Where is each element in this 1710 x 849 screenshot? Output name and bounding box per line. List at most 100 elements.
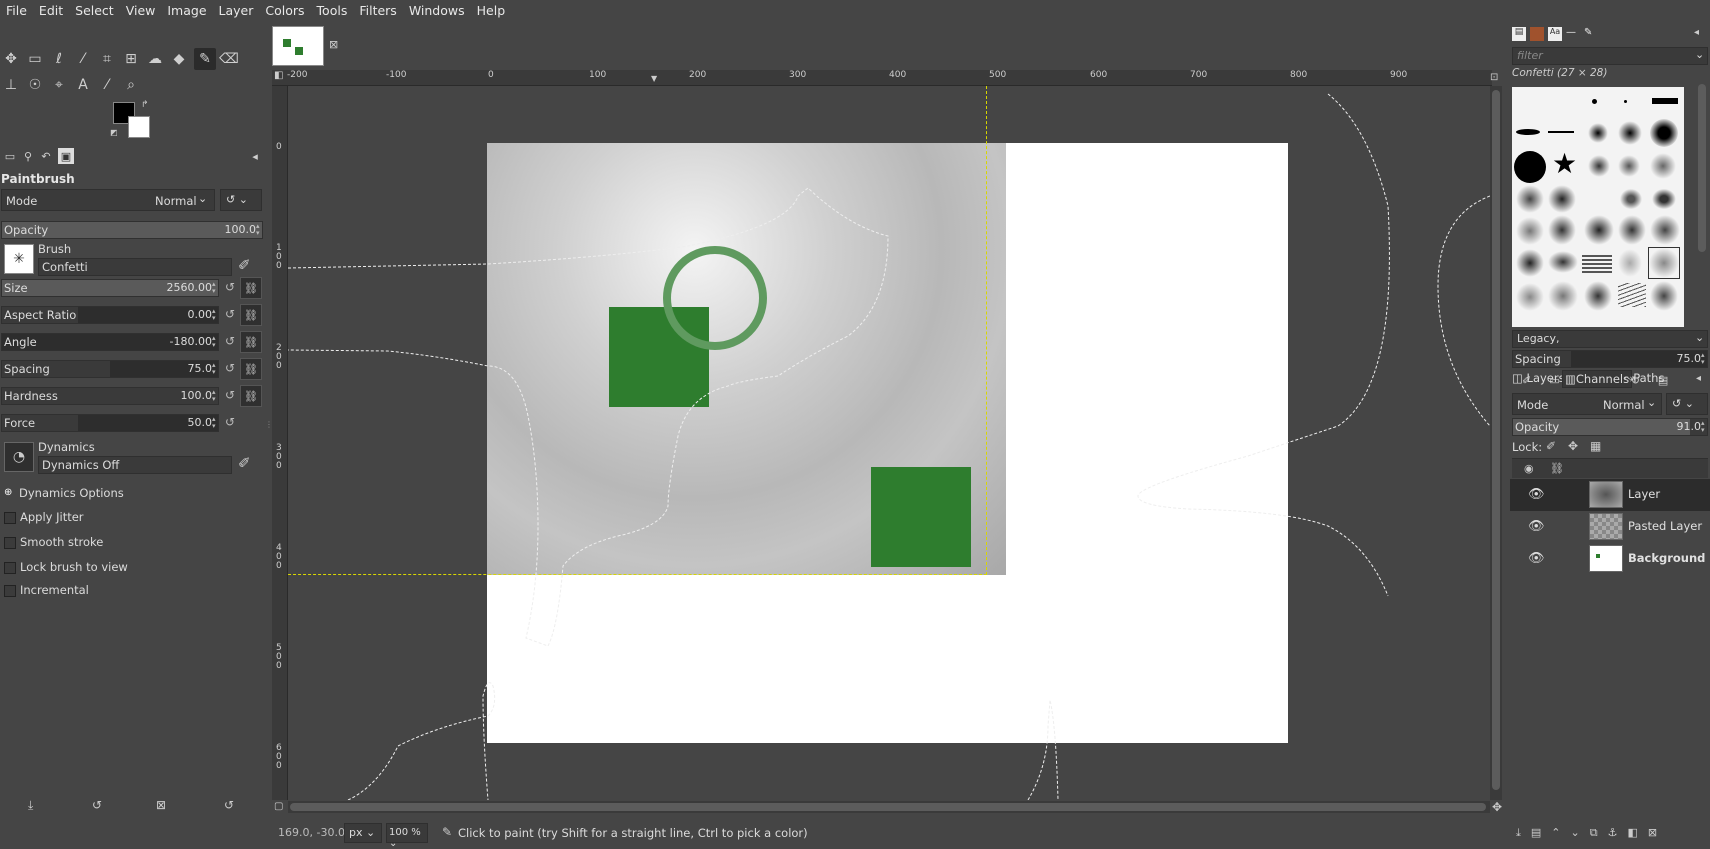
configure-tab-icon[interactable]: ◂ [1696, 373, 1701, 384]
gradients-tab-icon[interactable]: — [1566, 27, 1576, 38]
reset-aspect-icon[interactable]: ↺ [222, 307, 238, 323]
background-color-swatch[interactable] [128, 116, 150, 138]
aspect-ratio-slider[interactable]: Aspect Ratio 0.00 ▴ ▾ [1, 306, 219, 324]
brush-thumb[interactable] [1516, 249, 1544, 277]
menu-help[interactable]: Help [471, 0, 512, 22]
lock-brush-checkbox[interactable] [4, 562, 16, 574]
brush-thumb[interactable] [1548, 215, 1576, 245]
horizontal-scrollbar-thumb[interactable] [290, 803, 1486, 811]
brush-thumb[interactable] [1592, 99, 1597, 104]
reset-force-icon[interactable]: ↺ [222, 415, 238, 431]
force-slider[interactable]: Force 50.0 ▴ ▾ [1, 414, 219, 432]
menu-edit[interactable]: Edit [33, 0, 69, 22]
link-hardness-icon[interactable]: ⛓ [240, 385, 262, 407]
brush-thumb[interactable] [1650, 119, 1678, 147]
layer-name[interactable]: Background [1628, 551, 1705, 565]
mode-reset-button[interactable]: ↺ ⌄ [220, 189, 262, 211]
reset-spacing-icon[interactable]: ↺ [222, 361, 238, 377]
eye-icon[interactable]: 👁 [1528, 487, 1546, 502]
brush-thumb[interactable] [1650, 215, 1680, 245]
link-aspect-icon[interactable]: ⛓ [240, 304, 262, 326]
brush-thumb[interactable] [1650, 187, 1678, 211]
brush-spacing-slider[interactable]: Spacing 75.0 ▴ ▾ [1512, 350, 1708, 368]
brush-thumb[interactable] [1652, 98, 1678, 104]
ruler-top[interactable]: -200 -100 0 100 200 300 400 500 600 700 … [272, 70, 1492, 86]
bucket-fill-tool-icon[interactable]: ◆ [168, 48, 190, 70]
menu-windows[interactable]: Windows [403, 0, 471, 22]
reset-options-icon[interactable]: ↺ [224, 798, 234, 812]
clone-tool-icon[interactable]: ⊥ [0, 74, 22, 96]
brush-thumb[interactable] [1548, 281, 1578, 311]
delete-layer-icon[interactable]: ⊠ [1648, 826, 1667, 839]
angle-slider[interactable]: Angle -180.00 ▴ ▾ [1, 333, 219, 351]
tab-channels[interactable]: ▥Channels [1562, 370, 1633, 388]
brush-thumb[interactable] [1516, 217, 1544, 245]
layer-name[interactable]: Layer [1628, 487, 1660, 501]
brush-thumb[interactable] [1582, 253, 1612, 273]
layer-row[interactable]: 👁 Background [1510, 543, 1710, 575]
menu-file[interactable]: File [0, 0, 33, 22]
layer-row[interactable]: 👁 Pasted Layer [1510, 511, 1710, 543]
layer-mode-select[interactable]: Mode Normal ⌄ [1512, 393, 1662, 415]
navigate-icon[interactable]: ✥ [1492, 800, 1502, 814]
brush-thumb[interactable] [1584, 215, 1614, 245]
transform-tool-icon[interactable]: ⊞ [120, 48, 142, 70]
new-group-icon[interactable]: ▤ [1531, 826, 1551, 839]
restore-options-icon[interactable]: ↺ [92, 798, 102, 812]
eraser-tool-icon[interactable]: ⌫ [218, 48, 240, 70]
reset-angle-icon[interactable]: ↺ [222, 334, 238, 350]
patterns-tab-icon[interactable] [1530, 27, 1544, 41]
brush-thumb[interactable] [1548, 185, 1576, 213]
reset-size-icon[interactable]: ↺ [222, 280, 238, 296]
menu-filters[interactable]: Filters [353, 0, 402, 22]
brush-filter-input[interactable]: filter ⌄ [1512, 47, 1708, 65]
menu-tools[interactable]: Tools [311, 0, 354, 22]
brush-preview-icon[interactable]: ✳ [4, 244, 34, 274]
brush-thumb[interactable] [1584, 281, 1612, 311]
tab-layers[interactable]: ◫ Layers [1512, 371, 1565, 385]
save-options-icon[interactable]: ⤓ [28, 798, 33, 813]
brush-thumb[interactable] [1516, 283, 1544, 311]
menu-colors[interactable]: Colors [259, 0, 310, 22]
rect-select-tool-icon[interactable]: ▭ [24, 48, 46, 70]
apply-jitter-checkbox[interactable] [4, 512, 16, 524]
paintbrush-tool-icon[interactable]: ✎ [194, 48, 216, 70]
layer-name[interactable]: Pasted Layer [1628, 519, 1702, 533]
brush-thumb[interactable] [1588, 123, 1608, 143]
tab-paths[interactable]: ⤳Paths [1624, 371, 1664, 386]
paint-dynamics-tab-icon[interactable]: ✎ [1584, 27, 1592, 38]
link-angle-icon[interactable]: ⛓ [240, 331, 262, 353]
unit-select[interactable]: px ⌄ [344, 823, 382, 843]
quick-mask-icon[interactable]: ▢ [274, 801, 283, 812]
menu-view[interactable]: View [120, 0, 162, 22]
dynamics-field[interactable]: Dynamics Off [38, 456, 232, 474]
brush-grid[interactable]: ★ [1512, 87, 1684, 327]
brush-thumb[interactable] [1618, 215, 1646, 245]
paths-tool-icon[interactable]: ⌖ [48, 74, 70, 96]
brush-thumb[interactable] [1624, 100, 1627, 103]
mode-select[interactable]: Mode Normal ⌄ [1, 189, 215, 211]
brush-thumb[interactable] [1650, 281, 1678, 311]
device-status-tab-icon[interactable]: ⚲ [20, 148, 36, 164]
new-layer-icon[interactable]: ⤓ [1516, 826, 1531, 839]
lock-position-icon[interactable]: ✥ [1568, 439, 1578, 453]
lock-alpha-icon[interactable]: ▦ [1590, 439, 1601, 453]
brush-thumb[interactable] [1650, 153, 1676, 179]
undo-history-tab-icon[interactable]: ↶ [38, 148, 54, 164]
edit-brush-icon[interactable]: ✐ [238, 256, 251, 274]
ruler-left[interactable]: 0 100 200 300 400 500 600 [272, 86, 288, 800]
link-size-icon[interactable]: ⛓ [240, 277, 262, 299]
mask-layer-icon[interactable]: ◧ [1627, 826, 1647, 839]
brushes-tab-icon[interactable]: ▤ [1512, 27, 1526, 41]
raise-layer-icon[interactable]: ⌃ [1551, 826, 1570, 839]
smudge-tool-icon[interactable]: ☉ [24, 74, 46, 96]
vertical-scrollbar[interactable] [1490, 86, 1502, 800]
edit-dynamics-icon[interactable]: ✐ [238, 454, 251, 472]
reset-hardness-icon[interactable]: ↺ [222, 388, 238, 404]
text-tool-icon[interactable]: A [72, 74, 94, 96]
brush-thumb[interactable] [1618, 155, 1640, 177]
star-brush-icon[interactable]: ★ [1552, 149, 1577, 179]
delete-options-icon[interactable]: ⊠ [156, 798, 166, 812]
menu-layer[interactable]: Layer [213, 0, 260, 22]
brush-grid-scrollbar[interactable] [1698, 84, 1706, 252]
